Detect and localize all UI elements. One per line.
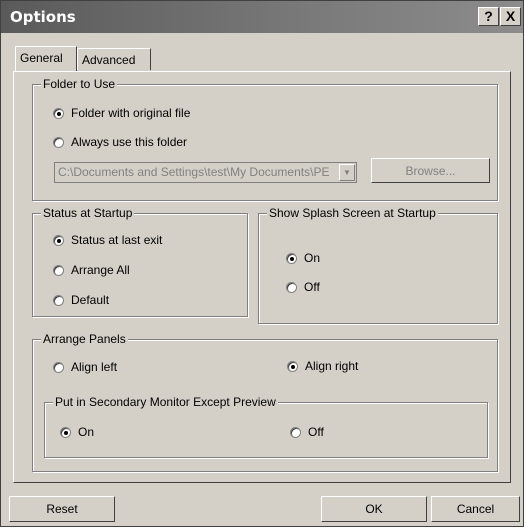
splash-screen-legend: Show Splash Screen at Startup <box>267 206 438 220</box>
window-title: Options <box>10 8 76 26</box>
radio-unselected-icon <box>53 294 64 306</box>
arrange-panels-legend: Arrange Panels <box>41 332 128 346</box>
reset-button[interactable]: Reset <box>9 496 115 522</box>
radio-unselected-icon <box>53 136 64 148</box>
align-left-label: Align left <box>71 360 118 374</box>
close-button[interactable]: X <box>500 7 521 26</box>
default-label: Default <box>71 293 110 307</box>
secondary-off-label: Off <box>308 425 324 439</box>
arrange-all-label: Arrange All <box>71 263 130 277</box>
general-tab-panel: Folder to Use Folder with original file … <box>13 71 511 483</box>
radio-selected-icon <box>286 252 297 264</box>
splash-on-radio[interactable]: On <box>286 251 320 265</box>
secondary-monitor-group: Put in Secondary Monitor Except Preview … <box>44 395 488 458</box>
status-last-exit-radio[interactable]: Status at last exit <box>53 233 162 247</box>
secondary-monitor-legend: Put in Secondary Monitor Except Preview <box>53 395 278 409</box>
align-right-label: Align right <box>305 359 359 373</box>
align-left-radio[interactable]: Align left <box>53 360 117 374</box>
folder-to-use-group: Folder to Use Folder with original file … <box>32 77 498 201</box>
status-last-exit-label: Status at last exit <box>71 233 163 247</box>
splash-on-label: On <box>304 251 321 265</box>
options-dialog: Options ? X General Advanced Folder to U… <box>0 0 524 527</box>
folder-path-combo[interactable]: C:\Documents and Settings\test\My Docume… <box>54 162 357 183</box>
tab-general[interactable]: General <box>15 46 77 71</box>
arrange-panels-group: Arrange Panels Align left Align right Pu… <box>32 332 498 472</box>
default-radio[interactable]: Default <box>53 293 109 307</box>
status-at-startup-group: Status at Startup Status at last exit Ar… <box>32 206 248 317</box>
status-at-startup-legend: Status at Startup <box>41 206 135 220</box>
radio-selected-icon <box>53 107 64 119</box>
secondary-off-radio[interactable]: Off <box>290 425 324 439</box>
radio-unselected-icon <box>290 426 301 438</box>
secondary-on-radio[interactable]: On <box>60 425 94 439</box>
title-bar[interactable]: Options ? X <box>1 1 523 33</box>
ok-button[interactable]: OK <box>321 496 427 522</box>
folder-with-original-label: Folder with original file <box>71 106 191 120</box>
radio-selected-icon <box>53 234 64 246</box>
secondary-on-label: On <box>78 425 95 439</box>
chevron-down-icon[interactable]: ▼ <box>339 164 355 181</box>
tab-advanced[interactable]: Advanced <box>77 48 151 70</box>
folder-to-use-legend: Folder to Use <box>41 77 118 91</box>
arrange-all-radio[interactable]: Arrange All <box>53 263 130 277</box>
splash-off-radio[interactable]: Off <box>286 280 320 294</box>
browse-button[interactable]: Browse... <box>371 158 490 183</box>
radio-unselected-icon <box>53 264 64 276</box>
help-button[interactable]: ? <box>478 7 499 26</box>
radio-unselected-icon <box>53 361 64 373</box>
always-use-folder-radio[interactable]: Always use this folder <box>53 135 187 149</box>
folder-path-value: C:\Documents and Settings\test\My Docume… <box>58 165 330 179</box>
align-right-radio[interactable]: Align right <box>287 359 358 373</box>
folder-with-original-radio[interactable]: Folder with original file <box>53 106 190 120</box>
cancel-button[interactable]: Cancel <box>431 496 520 522</box>
splash-off-label: Off <box>304 280 320 294</box>
radio-unselected-icon <box>286 281 297 293</box>
radio-selected-icon <box>60 426 71 438</box>
always-use-folder-label: Always use this folder <box>71 135 188 149</box>
splash-screen-group: Show Splash Screen at Startup On Off <box>258 206 498 324</box>
radio-selected-icon <box>287 360 298 372</box>
